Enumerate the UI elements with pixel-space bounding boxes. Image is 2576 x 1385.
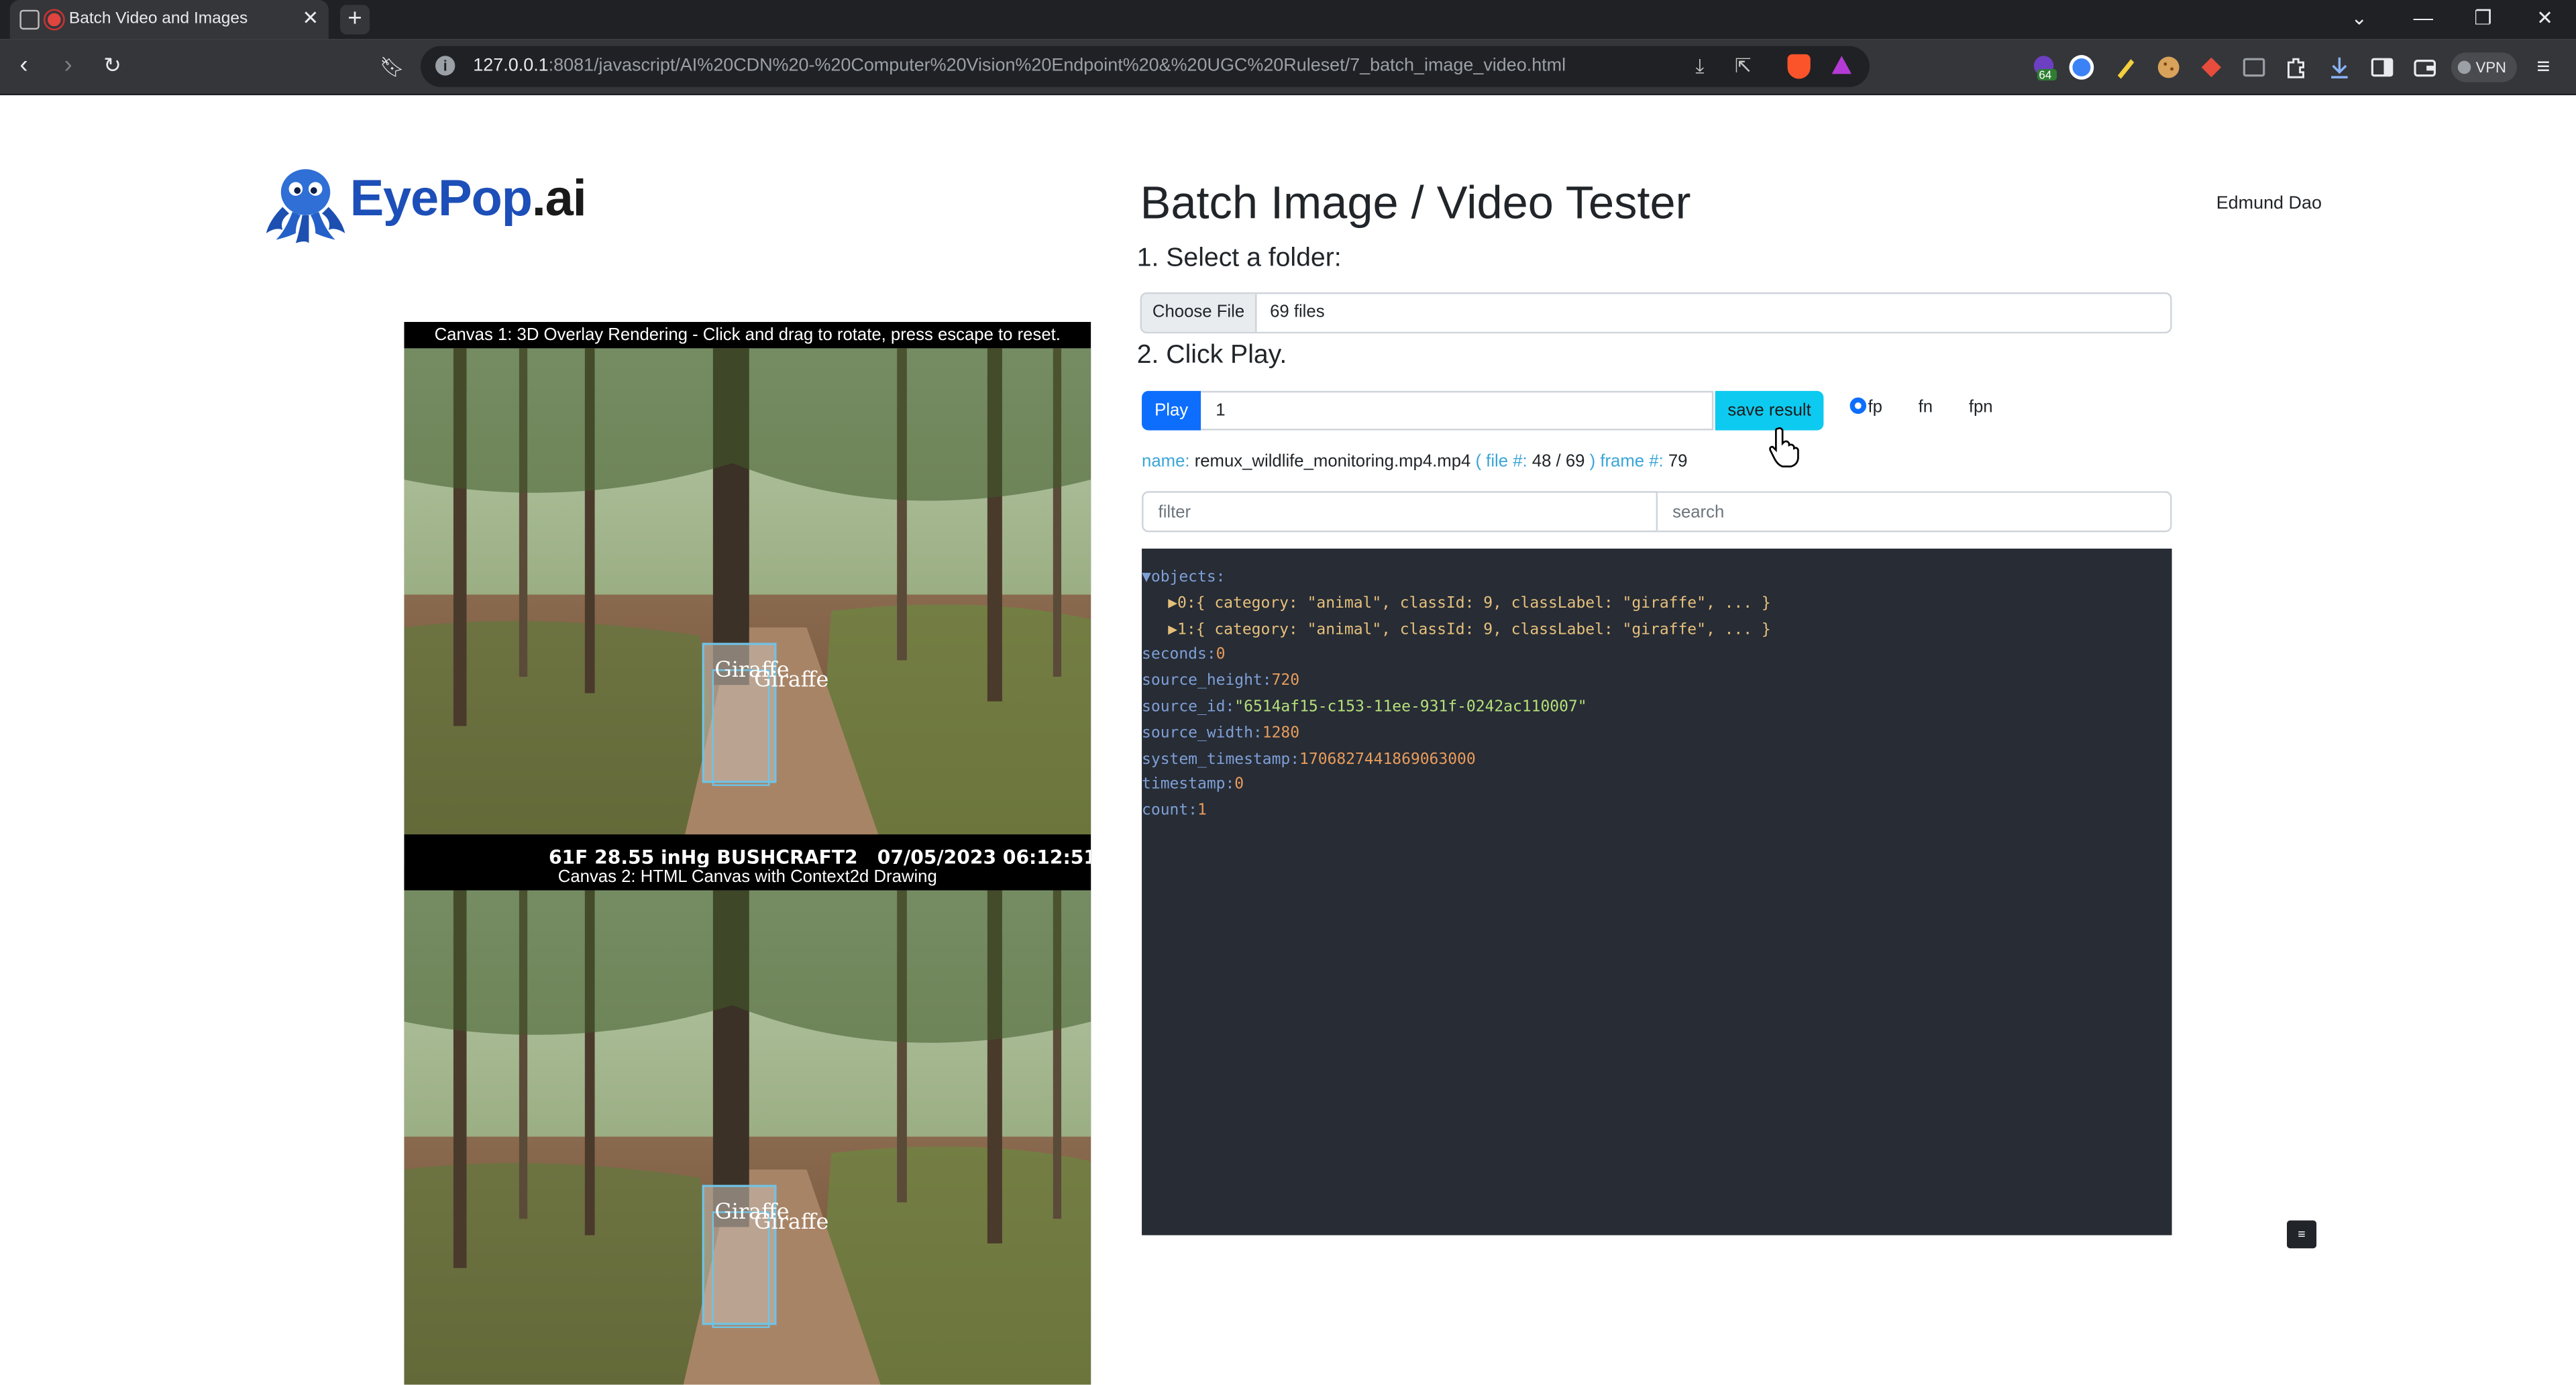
choose-file-button[interactable]: Choose File: [1142, 294, 1257, 332]
tab-close-icon[interactable]: ✕: [302, 7, 319, 30]
json-field-seconds: seconds:0: [1142, 646, 1226, 665]
browser-tab[interactable]: Batch Video and Images ✕: [9, 0, 329, 40]
status-line: name: remux_wildlife_monitoring.mp4.mp4 …: [1142, 451, 1687, 471]
minimize-button[interactable]: —: [2414, 7, 2433, 30]
share-icon[interactable]: ⇱: [1735, 54, 1752, 77]
octopus-logo-icon: [266, 169, 345, 243]
search-placeholder: search: [1672, 502, 1725, 522]
restore-button[interactable]: ❐: [2474, 7, 2491, 30]
frame-number-input[interactable]: 1: [1201, 390, 1714, 431]
cookie-icon[interactable]: [2155, 54, 2182, 80]
json-field-timestamp: timestamp:0: [1142, 775, 1244, 794]
canvas-1-label-b: Giraffe: [754, 667, 828, 692]
canvas-1-caption: Canvas 1: 3D Overlay Rendering - Click a…: [434, 325, 1061, 345]
json-field-source-id: source_id:"6514af15-c153-11ee-931f-0242a…: [1142, 698, 1587, 716]
json-objects-key[interactable]: ▼objects:: [1142, 565, 2172, 591]
forward-icon[interactable]: ›: [64, 52, 72, 78]
tab-title: Batch Video and Images: [68, 9, 248, 28]
name-key: name:: [1142, 451, 1190, 472]
close-window-button[interactable]: ✕: [2536, 7, 2553, 30]
user-name[interactable]: Edmund Dao: [2216, 194, 2322, 213]
hand-cursor-icon: [1769, 427, 1799, 467]
wallet-icon[interactable]: [2412, 54, 2438, 80]
filter-input[interactable]: filter: [1142, 491, 1658, 533]
search-input[interactable]: search: [1658, 491, 2172, 533]
radio-fpn[interactable]: [1950, 397, 1968, 414]
recording-icon: [48, 13, 61, 27]
file-count-text: 69 files: [1270, 302, 1325, 323]
canvas-1-hud-left: 61F 28.55 inHg BUSHCRAFT2: [549, 846, 858, 869]
radio-fpn-label: fpn: [1968, 397, 1993, 418]
sidebar-icon[interactable]: [2369, 54, 2395, 80]
tab-media-icon: [19, 9, 40, 30]
json-result-panel[interactable]: ▼objects: ▶0:{ category: "animal", class…: [1142, 548, 2172, 1235]
canvas-2-caption: Canvas 2: HTML Canvas with Context2d Dra…: [557, 867, 937, 887]
tab-grid-icon[interactable]: [2241, 54, 2267, 80]
extension-s-icon[interactable]: [2068, 54, 2094, 80]
radio-fn[interactable]: [1900, 397, 1917, 414]
folder-file-input[interactable]: Choose File 69 files: [1140, 292, 2172, 334]
json-object-0[interactable]: ▶0:{ category: "animal", classId: 9, cla…: [1142, 591, 2172, 617]
tab-search-icon[interactable]: ⌄: [2351, 7, 2368, 30]
menu-icon[interactable]: ≡: [2536, 52, 2550, 78]
json-menu-button[interactable]: ≡: [2287, 1220, 2317, 1249]
canvas-1-hud-right: 07/05/2023 06:12:51AM: [877, 846, 1091, 869]
page-title: Batch Image / Video Tester: [1140, 177, 1691, 229]
vpn-label: VPN: [2475, 59, 2506, 76]
file-index-value: 48 / 69: [1532, 451, 1585, 472]
browser-toolbar: ‹ › ↻ 🔖︎ i 127.0.0.1:8081/javascript/AI%…: [0, 39, 2576, 96]
download-icon[interactable]: ⤓: [1695, 54, 1704, 79]
json-field-source-width: source_width:1280: [1142, 724, 1300, 742]
browser-tab-bar: Batch Video and Images ✕ + ⌄ — ❐ ✕: [0, 0, 2576, 40]
frame-key: ) frame #:: [1589, 451, 1664, 472]
step-click-play: 2. Click Play.: [1136, 341, 1287, 370]
json-object-1[interactable]: ▶1:{ category: "animal", classId: 9, cla…: [1142, 617, 2172, 643]
brave-shields-icon[interactable]: [1787, 54, 1811, 79]
page-content: EyePop.ai Edmund Dao Batch Image / Video…: [0, 95, 2576, 1385]
json-field-source-height: source_height:720: [1142, 672, 1300, 691]
vpn-button[interactable]: VPN: [2451, 52, 2516, 82]
filter-placeholder: filter: [1158, 502, 1191, 522]
downloads-icon[interactable]: [2326, 54, 2353, 80]
json-field-system-timestamp: system_timestamp:1706827441869063000: [1142, 750, 1476, 769]
result-type-radio-group: fp fn fpn: [1849, 397, 2006, 418]
file-name-value: remux_wildlife_monitoring.mp4.mp4: [1194, 451, 1471, 472]
extension-badge-count: 64: [2039, 70, 2052, 82]
canvas-2-label-b: Giraffe: [754, 1209, 828, 1234]
eyepop-logo[interactable]: EyePop.ai: [263, 164, 592, 246]
bookmark-icon[interactable]: 🔖︎: [380, 54, 405, 80]
url-text[interactable]: 127.0.0.1:8081/javascript/AI%20CDN%20-%2…: [473, 56, 1566, 75]
brave-rewards-icon[interactable]: [1831, 56, 1852, 74]
canvas-1-scene[interactable]: Giraffe Giraffe 61F 28.55 inHg BUSHCRAFT…: [404, 348, 1091, 891]
json-field-count: count:1: [1142, 801, 1207, 820]
step-select-folder: 1. Select a folder:: [1136, 244, 1342, 273]
highlighter-icon[interactable]: [2112, 54, 2139, 80]
canvas-1-3d-overlay[interactable]: Canvas 1: 3D Overlay Rendering - Click a…: [404, 322, 1091, 891]
save-result-button[interactable]: save result: [1715, 390, 1824, 431]
radio-fp-label: fp: [1868, 397, 1882, 418]
canvas-2-scene[interactable]: Giraffe Giraffe: [404, 890, 1091, 1385]
vpn-status-icon: [2457, 60, 2471, 74]
logo-text: EyePop.ai: [350, 169, 587, 227]
file-key: ( file #:: [1475, 451, 1527, 472]
site-info-icon[interactable]: i: [435, 56, 455, 76]
radio-fn-label: fn: [1918, 397, 1933, 418]
radio-fp[interactable]: [1849, 397, 1867, 414]
back-icon[interactable]: ‹: [19, 52, 28, 78]
address-bar[interactable]: i 127.0.0.1:8081/javascript/AI%20CDN%20-…: [420, 46, 1870, 87]
new-tab-button[interactable]: +: [339, 5, 370, 35]
extensions-puzzle-icon[interactable]: [2284, 54, 2310, 80]
red-extension-icon[interactable]: [2198, 54, 2224, 80]
frame-number-value: 1: [1216, 400, 1226, 421]
play-button[interactable]: Play: [1142, 390, 1201, 431]
canvas-2-context2d[interactable]: Canvas 2: HTML Canvas with Context2d Dra…: [404, 867, 1091, 1385]
frame-number-display: 79: [1668, 451, 1688, 472]
reload-icon[interactable]: ↻: [103, 52, 121, 78]
